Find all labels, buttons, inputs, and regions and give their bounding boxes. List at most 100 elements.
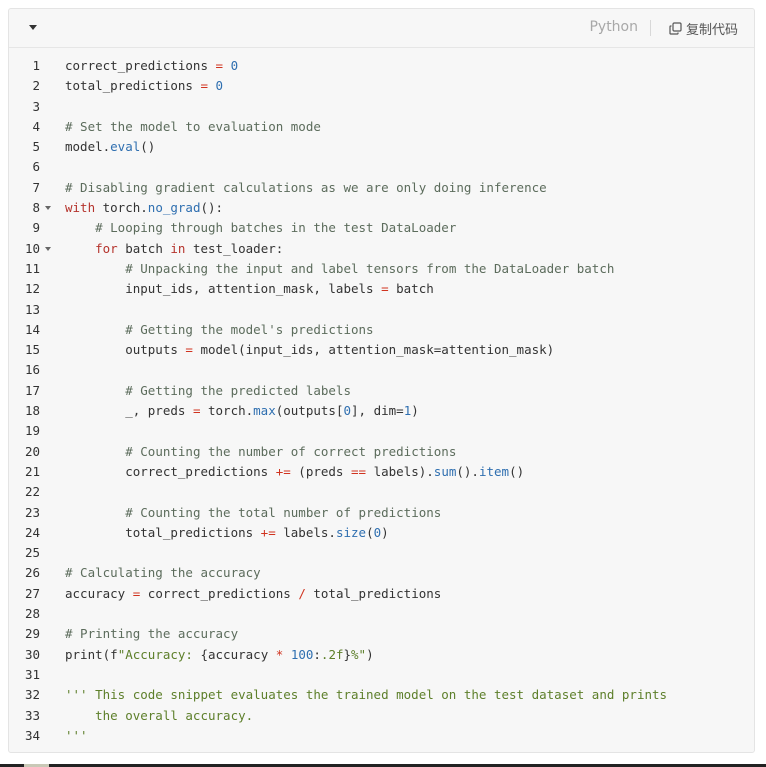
- code-line: 19: [9, 421, 754, 441]
- code-line: 21 correct_predictions += (preds == labe…: [9, 462, 754, 482]
- code-block: Python 复制代码 1 correct_predictions = 0 2 tot…: [8, 8, 755, 753]
- line-number: 33: [24, 707, 40, 723]
- code-line: 32 ''' This code snippet evaluates the tr…: [9, 685, 754, 705]
- code-line: 26 # Calculating the accuracy: [9, 563, 754, 583]
- chevron-down-icon[interactable]: [27, 22, 41, 34]
- line-number: 16: [24, 362, 40, 378]
- code-line: 1 correct_predictions = 0: [9, 56, 754, 76]
- line-number: 12: [24, 281, 40, 297]
- line-number: 13: [24, 301, 40, 317]
- code-line: 34 ''': [9, 726, 754, 746]
- line-number: 23: [24, 504, 40, 520]
- line-number: 27: [24, 585, 40, 601]
- line-number: 24: [24, 524, 40, 540]
- line-number: 29: [24, 626, 40, 642]
- code-area[interactable]: 1 correct_predictions = 0 2 total_predictio…: [9, 56, 754, 746]
- line-number: 17: [24, 382, 40, 398]
- code-line-text: input_ids, attention_mask, labels = batc…: [65, 281, 434, 297]
- line-number: 6: [32, 159, 40, 175]
- copy-code-button[interactable]: 复制代码: [669, 18, 738, 38]
- code-line: 31: [9, 665, 754, 685]
- line-number: 32: [24, 687, 40, 703]
- code-line-text: print(f"Accuracy: {accuracy * 100:.2f}%"…: [65, 646, 374, 662]
- code-line: 18 _, preds = torch.max(outputs[0], dim=…: [9, 401, 754, 421]
- code-line: 23 # Counting the total number of predic…: [9, 503, 754, 523]
- code-line: 3: [9, 97, 754, 117]
- code-line: 6: [9, 157, 754, 177]
- line-number: 2: [32, 78, 40, 94]
- code-line-text: outputs = model(input_ids, attention_mas…: [65, 342, 555, 358]
- code-line: 7 # Disabling gradient calculations as we…: [9, 178, 754, 198]
- code-line: 8 with torch.no_grad():: [9, 198, 754, 218]
- copy-icon: [669, 21, 682, 35]
- code-line: 20 # Counting the number of correct pred…: [9, 442, 754, 462]
- line-number: 4: [32, 118, 40, 134]
- code-line-text: ''': [65, 727, 88, 743]
- code-line: 5 model.eval(): [9, 137, 754, 157]
- code-line-text: model.eval(): [65, 139, 156, 155]
- line-number: 22: [24, 484, 40, 500]
- code-line-text: accuracy = correct_predictions / total_p…: [65, 585, 442, 601]
- code-line: 16: [9, 360, 754, 380]
- code-line: 9 # Looping through batches in the test …: [9, 218, 754, 238]
- line-number: 34: [24, 727, 40, 743]
- line-number: 7: [32, 179, 40, 195]
- code-line-text: # Looping through batches in the test Da…: [95, 220, 457, 236]
- fold-toggle-icon[interactable]: [45, 246, 51, 251]
- line-number: 15: [24, 342, 40, 358]
- line-number: 19: [24, 423, 40, 439]
- code-line-text: # Getting the predicted labels: [125, 382, 351, 398]
- code-line: 22: [9, 482, 754, 502]
- code-line-text: with torch.no_grad():: [65, 200, 224, 216]
- line-number: 10: [24, 240, 40, 256]
- code-line-text: # Disabling gradient calculations as we …: [65, 179, 547, 195]
- code-line: 13: [9, 300, 754, 320]
- line-number: 11: [24, 260, 40, 276]
- code-line-text: total_predictions = 0: [65, 78, 224, 94]
- code-line: 11 # Unpacking the input and label tenso…: [9, 259, 754, 279]
- line-number: 18: [24, 403, 40, 419]
- code-block-header: Python 复制代码: [9, 9, 754, 48]
- code-line-text: correct_predictions += (preds == labels)…: [65, 463, 525, 479]
- code-line: 10 for batch in test_loader:: [9, 239, 754, 259]
- code-line: 33 the overall accuracy.: [9, 706, 754, 726]
- code-line-text: total_predictions += labels.size(0): [65, 524, 389, 540]
- language-label: Python: [589, 19, 638, 35]
- line-number: 20: [24, 443, 40, 459]
- line-number: 5: [32, 139, 40, 155]
- line-number: 21: [24, 463, 40, 479]
- code-line: 24 total_predictions += labels.size(0): [9, 523, 754, 543]
- code-line: 27 accuracy = correct_predictions / total…: [9, 584, 754, 604]
- copy-code-label: 复制代码: [685, 22, 738, 38]
- code-line-text: the overall accuracy.: [65, 707, 254, 723]
- line-number: 14: [24, 321, 40, 337]
- code-line: 17 # Getting the predicted labels: [9, 381, 754, 401]
- header-divider: [650, 20, 651, 36]
- code-line-text: for batch in test_loader:: [95, 240, 284, 256]
- code-line-text: # Getting the model's predictions: [125, 321, 374, 337]
- code-line-text: ''' This code snippet evaluates the trai…: [65, 687, 668, 703]
- line-number: 3: [32, 98, 40, 114]
- code-line: 28: [9, 604, 754, 624]
- code-line-text: # Set the model to evaluation mode: [65, 118, 321, 134]
- code-line-text: # Unpacking the input and label tensors …: [125, 260, 615, 276]
- code-line: 15 outputs = model(input_ids, attention_…: [9, 340, 754, 360]
- line-number: 31: [24, 666, 40, 682]
- code-line-text: _, preds = torch.max(outputs[0], dim=1): [65, 403, 419, 419]
- line-number: 26: [24, 565, 40, 581]
- line-number: 28: [24, 606, 40, 622]
- code-line-text: # Calculating the accuracy: [65, 565, 261, 581]
- line-number: 25: [24, 545, 40, 561]
- fold-toggle-icon[interactable]: [45, 206, 51, 211]
- line-number: 8: [32, 200, 40, 216]
- code-line: 30 print(f"Accuracy: {accuracy * 100:.2f}…: [9, 645, 754, 665]
- code-line-text: # Counting the total number of predictio…: [125, 504, 442, 520]
- code-line: 25: [9, 543, 754, 563]
- code-line: 4 # Set the model to evaluation mode: [9, 117, 754, 137]
- code-line-text: # Printing the accuracy: [65, 626, 239, 642]
- code-line: 2 total_predictions = 0: [9, 76, 754, 96]
- line-number: 1: [32, 58, 40, 73]
- line-number: 30: [24, 646, 40, 662]
- code-line-text: correct_predictions = 0: [65, 58, 239, 73]
- line-number: 9: [32, 220, 40, 236]
